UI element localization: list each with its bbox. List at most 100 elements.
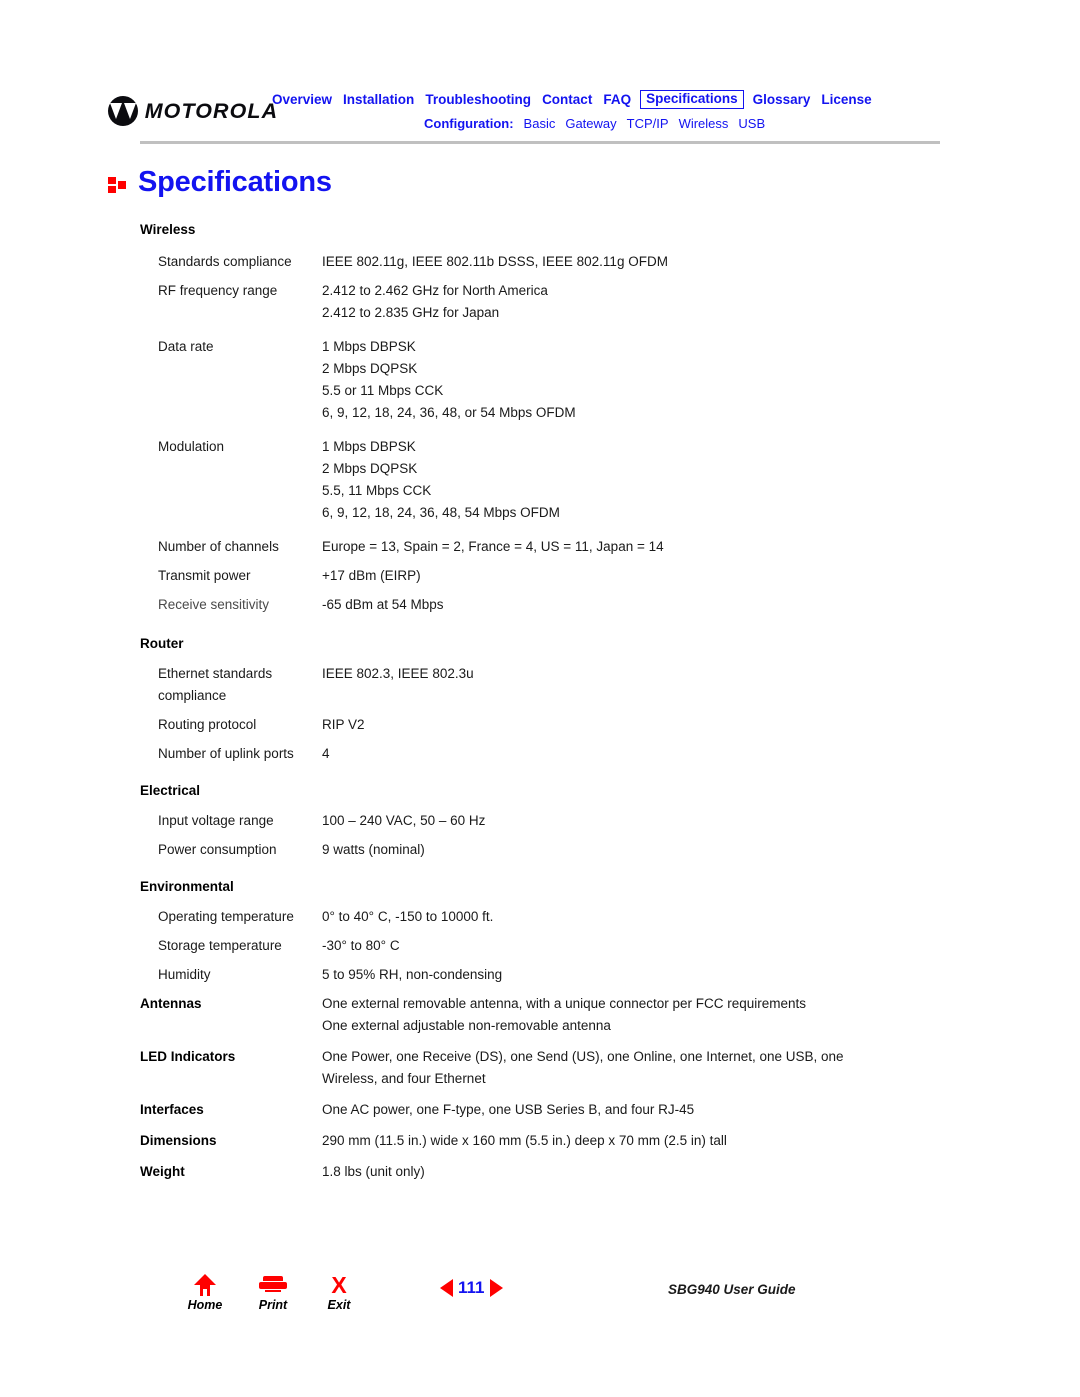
spec-row: RF frequency range 2.412 to 2.462 GHz fo… bbox=[0, 280, 1080, 324]
spec-label: Routing protocol bbox=[158, 717, 257, 732]
primary-nav: Overview Installation Troubleshooting Co… bbox=[272, 90, 944, 110]
spec-values: One Power, one Receive (DS), one Send (U… bbox=[322, 1046, 844, 1090]
spec-label-led-indicators: LED Indicators bbox=[140, 1049, 236, 1064]
spec-value: Europe = 13, Spain = 2, France = 4, US =… bbox=[322, 539, 664, 554]
spec-row: Humidity 5 to 95% RH, non-condensing bbox=[0, 964, 1080, 986]
spec-row: LED Indicators One Power, one Receive (D… bbox=[0, 1046, 1080, 1090]
spec-value: 6, 9, 12, 18, 24, 36, 48, 54 Mbps OFDM bbox=[322, 505, 560, 520]
spec-values: 1 Mbps DBPSK 2 Mbps DQPSK 5.5 or 11 Mbps… bbox=[322, 336, 576, 424]
nav-item-faq[interactable]: FAQ bbox=[603, 92, 631, 107]
spec-value: IEEE 802.11g, IEEE 802.11b DSSS, IEEE 80… bbox=[322, 254, 668, 269]
spec-label: Transmit power bbox=[158, 568, 251, 583]
secondary-nav: Configuration: Basic Gateway TCP/IP Wire… bbox=[272, 116, 944, 131]
spec-label: Operating temperature bbox=[158, 909, 294, 924]
spec-values: +17 dBm (EIRP) bbox=[322, 565, 421, 587]
spec-value: Wireless, and four Ethernet bbox=[322, 1071, 486, 1086]
page-number: 111 bbox=[458, 1278, 485, 1297]
spec-value: One AC power, one F-type, one USB Series… bbox=[322, 1102, 695, 1117]
section-heading-electrical: Electrical bbox=[140, 783, 201, 798]
spec-value: 2.412 to 2.835 GHz for Japan bbox=[322, 305, 500, 320]
spec-values: 100 – 240 VAC, 50 – 60 Hz bbox=[322, 810, 485, 832]
spec-row: Power consumption 9 watts (nominal) bbox=[0, 839, 1080, 861]
spec-value: -30° to 80° C bbox=[322, 938, 400, 953]
spec-value: 2 Mbps DQPSK bbox=[322, 361, 418, 376]
spec-value: 290 mm (11.5 in.) wide x 160 mm (5.5 in.… bbox=[322, 1133, 727, 1148]
previous-page-icon[interactable] bbox=[440, 1279, 453, 1297]
spec-value: 1 Mbps DBPSK bbox=[322, 439, 416, 454]
spec-row: Routing protocol RIP V2 bbox=[0, 714, 1080, 736]
spec-values: 2.412 to 2.462 GHz for North America 2.4… bbox=[322, 280, 548, 324]
spec-label: Receive sensitivity bbox=[158, 597, 270, 612]
nav-item-usb[interactable]: USB bbox=[738, 116, 765, 131]
spec-row: Input voltage range 100 – 240 VAC, 50 – … bbox=[0, 810, 1080, 832]
spec-label: Data rate bbox=[158, 339, 214, 354]
section-heading-router: Router bbox=[140, 636, 184, 651]
spec-values: 1.8 lbs (unit only) bbox=[322, 1161, 425, 1183]
spec-label: Storage temperature bbox=[158, 938, 282, 953]
motorola-logo: MOTOROLA bbox=[108, 96, 277, 126]
spec-row: Dimensions 290 mm (11.5 in.) wide x 160 … bbox=[0, 1130, 1080, 1152]
nav-item-glossary[interactable]: Glossary bbox=[753, 92, 811, 107]
spec-row: Ethernet standards compliance IEEE 802.3… bbox=[0, 663, 1080, 707]
nav-item-installation[interactable]: Installation bbox=[343, 92, 414, 107]
spec-value: 1.8 lbs (unit only) bbox=[322, 1164, 425, 1179]
spec-label: RF frequency range bbox=[158, 283, 278, 298]
nav-item-wireless[interactable]: Wireless bbox=[679, 116, 729, 131]
spec-label: Number of uplink ports bbox=[158, 746, 294, 761]
top-navigation: Overview Installation Troubleshooting Co… bbox=[272, 90, 944, 131]
motorola-batwing-logo-icon bbox=[108, 96, 138, 126]
next-page-icon[interactable] bbox=[489, 1279, 503, 1297]
specifications-content: Wireless Standards compliance IEEE 802.1… bbox=[0, 222, 1080, 1192]
spec-label: Humidity bbox=[158, 967, 211, 982]
spec-values: -65 dBm at 54 Mbps bbox=[322, 594, 444, 616]
nav-item-specifications[interactable]: Specifications bbox=[640, 90, 744, 110]
spec-values: 290 mm (11.5 in.) wide x 160 mm (5.5 in.… bbox=[322, 1130, 727, 1152]
home-button[interactable]: Home bbox=[174, 1273, 236, 1312]
home-icon bbox=[174, 1273, 236, 1297]
spec-row: Operating temperature 0° to 40° C, -150 … bbox=[0, 906, 1080, 928]
spec-value: 5.5, 11 Mbps CCK bbox=[322, 483, 432, 498]
spec-label: Standards compliance bbox=[158, 254, 292, 269]
spec-row: Data rate 1 Mbps DBPSK 2 Mbps DQPSK 5.5 … bbox=[0, 336, 1080, 424]
nav-item-overview[interactable]: Overview bbox=[272, 92, 332, 107]
spec-values: One AC power, one F-type, one USB Series… bbox=[322, 1099, 694, 1121]
spec-row: Number of uplink ports 4 bbox=[0, 743, 1080, 765]
nav-item-gateway[interactable]: Gateway bbox=[565, 116, 616, 131]
spec-value: +17 dBm (EIRP) bbox=[322, 568, 421, 583]
spec-value: One Power, one Receive (DS), one Send (U… bbox=[322, 1049, 844, 1064]
spec-values: 5 to 95% RH, non-condensing bbox=[322, 964, 502, 986]
printer-icon bbox=[242, 1273, 304, 1297]
header-divider bbox=[140, 141, 940, 144]
spec-row: Standards compliance IEEE 802.11g, IEEE … bbox=[0, 251, 1080, 273]
section-heading-wireless: Wireless bbox=[140, 222, 196, 237]
guide-title: SBG940 User Guide bbox=[668, 1282, 796, 1297]
nav-item-tcpip[interactable]: TCP/IP bbox=[627, 116, 669, 131]
spec-row: Antennas One external removable antenna,… bbox=[0, 993, 1080, 1037]
spec-values: 1 Mbps DBPSK 2 Mbps DQPSK 5.5, 11 Mbps C… bbox=[322, 436, 560, 524]
nav-item-basic[interactable]: Basic bbox=[524, 116, 556, 131]
spec-row: Number of channels Europe = 13, Spain = … bbox=[0, 536, 1080, 558]
spec-label: Ethernet standards compliance bbox=[158, 666, 273, 703]
spec-row: Interfaces One AC power, one F-type, one… bbox=[0, 1099, 1080, 1121]
spec-label: Modulation bbox=[158, 439, 225, 454]
exit-button[interactable]: X Exit bbox=[308, 1273, 370, 1312]
red-arrow-bullet-icon bbox=[108, 176, 127, 193]
motorola-wordmark: MOTOROLA bbox=[144, 99, 279, 123]
spec-row: Modulation 1 Mbps DBPSK 2 Mbps DQPSK 5.5… bbox=[0, 436, 1080, 524]
spec-value: 0° to 40° C, -150 to 10000 ft. bbox=[322, 909, 494, 924]
spec-values: IEEE 802.3, IEEE 802.3u bbox=[322, 663, 474, 685]
nav-item-contact[interactable]: Contact bbox=[542, 92, 592, 107]
spec-value: One external adjustable non-removable an… bbox=[322, 1018, 611, 1033]
spec-value: 100 – 240 VAC, 50 – 60 Hz bbox=[322, 813, 486, 828]
nav-item-license[interactable]: License bbox=[821, 92, 871, 107]
pagination: 111 bbox=[440, 1279, 503, 1297]
page-header: MOTOROLA Overview Installation Troublesh… bbox=[0, 0, 1080, 150]
spec-value: RIP V2 bbox=[322, 717, 365, 732]
spec-values: 4 bbox=[322, 743, 330, 765]
nav-item-troubleshooting[interactable]: Troubleshooting bbox=[425, 92, 531, 107]
print-button[interactable]: Print bbox=[242, 1273, 304, 1312]
spec-label-dimensions: Dimensions bbox=[140, 1133, 217, 1148]
spec-label-interfaces: Interfaces bbox=[140, 1102, 204, 1117]
spec-row: Weight 1.8 lbs (unit only) bbox=[0, 1161, 1080, 1183]
spec-label: Input voltage range bbox=[158, 813, 274, 828]
